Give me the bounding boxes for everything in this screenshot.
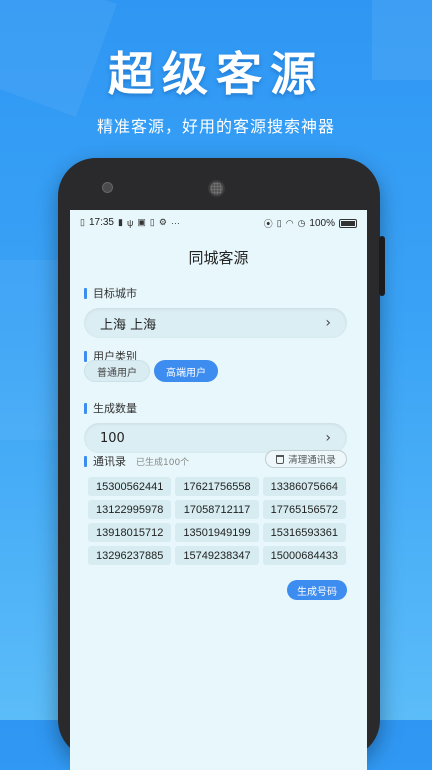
section-marker <box>84 350 87 362</box>
page-title: 同城客源 <box>188 249 249 267</box>
phone-number-cell[interactable]: 15000684433 <box>262 546 346 565</box>
user-type-premium-button[interactable]: 高端用户 <box>154 360 218 382</box>
phone-side-button <box>379 236 385 296</box>
phone-frame: ▯ 17:35 ▮ ψ ▣ ▯ ⚙ ··· ⦿ ▯ ◠ ◷ 100% 同城客源 … <box>58 158 385 770</box>
phone-number-cell[interactable]: 13501949199 <box>175 523 259 542</box>
target-city-value: 上海 上海 <box>100 317 157 333</box>
status-time: 17:35 <box>88 217 114 228</box>
user-type-normal-button[interactable]: 普通用户 <box>84 360 150 382</box>
wifi-icon: ◠ <box>285 218 294 228</box>
phone-screen: ▯ 17:35 ▮ ψ ▣ ▯ ⚙ ··· ⦿ ▯ ◠ ◷ 100% 同城客源 … <box>70 210 367 770</box>
battery-percent: 100% <box>309 218 335 229</box>
camera-icon <box>102 182 113 193</box>
vibrate-icon: ▯ <box>276 218 282 228</box>
background-decoration <box>0 260 60 440</box>
trash-icon <box>276 454 285 464</box>
target-city-label-text: 目标城市 <box>93 287 137 300</box>
chevron-right-icon: › <box>325 315 331 331</box>
section-marker <box>84 455 87 467</box>
status-bar: ▯ 17:35 ▮ ψ ▣ ▯ ⚙ ··· ⦿ ▯ ◠ ◷ 100% <box>70 210 367 234</box>
settings-icon: ⚙ <box>158 217 167 227</box>
section-marker <box>84 287 87 299</box>
phone-number-cell[interactable]: 17058712117 <box>175 500 259 519</box>
quantity-value: 100 <box>100 430 125 446</box>
phone-number-cell[interactable]: 15300562441 <box>88 477 172 496</box>
phone-number-cell[interactable]: 13122995978 <box>88 500 172 519</box>
clear-address-book-label: 清理通讯录 <box>288 455 336 466</box>
target-city-label: 目标城市 <box>84 285 137 301</box>
battery-icon <box>339 219 357 228</box>
phone-number-cell[interactable]: 13296237885 <box>88 546 172 565</box>
speaker-icon <box>208 180 225 197</box>
location-icon: ⦿ <box>263 219 273 229</box>
phone-number-cell[interactable]: 13918015712 <box>88 523 172 542</box>
phone-number-cell[interactable]: 13386075664 <box>262 477 346 496</box>
quantity-label: 生成数量 <box>84 400 137 416</box>
app-icon: ▣ <box>137 217 146 227</box>
phone-number-grid: 15300562441 17621756558 13386075664 1312… <box>88 477 346 565</box>
notification-icon: ▮ <box>117 217 123 227</box>
phone-number-cell[interactable]: 17621756558 <box>175 477 259 496</box>
phone-number-cell[interactable]: 15749238347 <box>175 546 259 565</box>
phone-number-cell[interactable]: 15316593361 <box>262 523 346 542</box>
address-book-label: 通讯录 已生成100个 <box>84 453 189 469</box>
target-city-select[interactable]: 上海 上海 › <box>84 308 347 338</box>
chevron-right-icon: › <box>325 430 331 446</box>
more-icon: ··· <box>170 217 180 228</box>
promo-headline: 超级客源 <box>108 47 324 101</box>
address-book-label-text: 通讯录 <box>93 455 126 468</box>
quantity-label-text: 生成数量 <box>93 402 137 415</box>
sim-icon: ▯ <box>80 217 85 227</box>
section-marker <box>84 402 87 414</box>
quantity-select[interactable]: 100 › <box>84 423 347 453</box>
phone-number-cell[interactable]: 17765156572 <box>262 500 346 519</box>
clear-address-book-button[interactable]: 清理通讯录 <box>265 450 347 468</box>
generated-count: 已生成100个 <box>136 457 190 468</box>
generate-numbers-button[interactable]: 生成号码 <box>287 580 347 600</box>
vibrate-icon: ▯ <box>149 217 155 227</box>
alarm-icon: ◷ <box>297 218 306 228</box>
usb-icon: ψ <box>126 217 134 228</box>
promo-tagline: 精准客源，好用的客源搜索神器 <box>96 117 335 136</box>
